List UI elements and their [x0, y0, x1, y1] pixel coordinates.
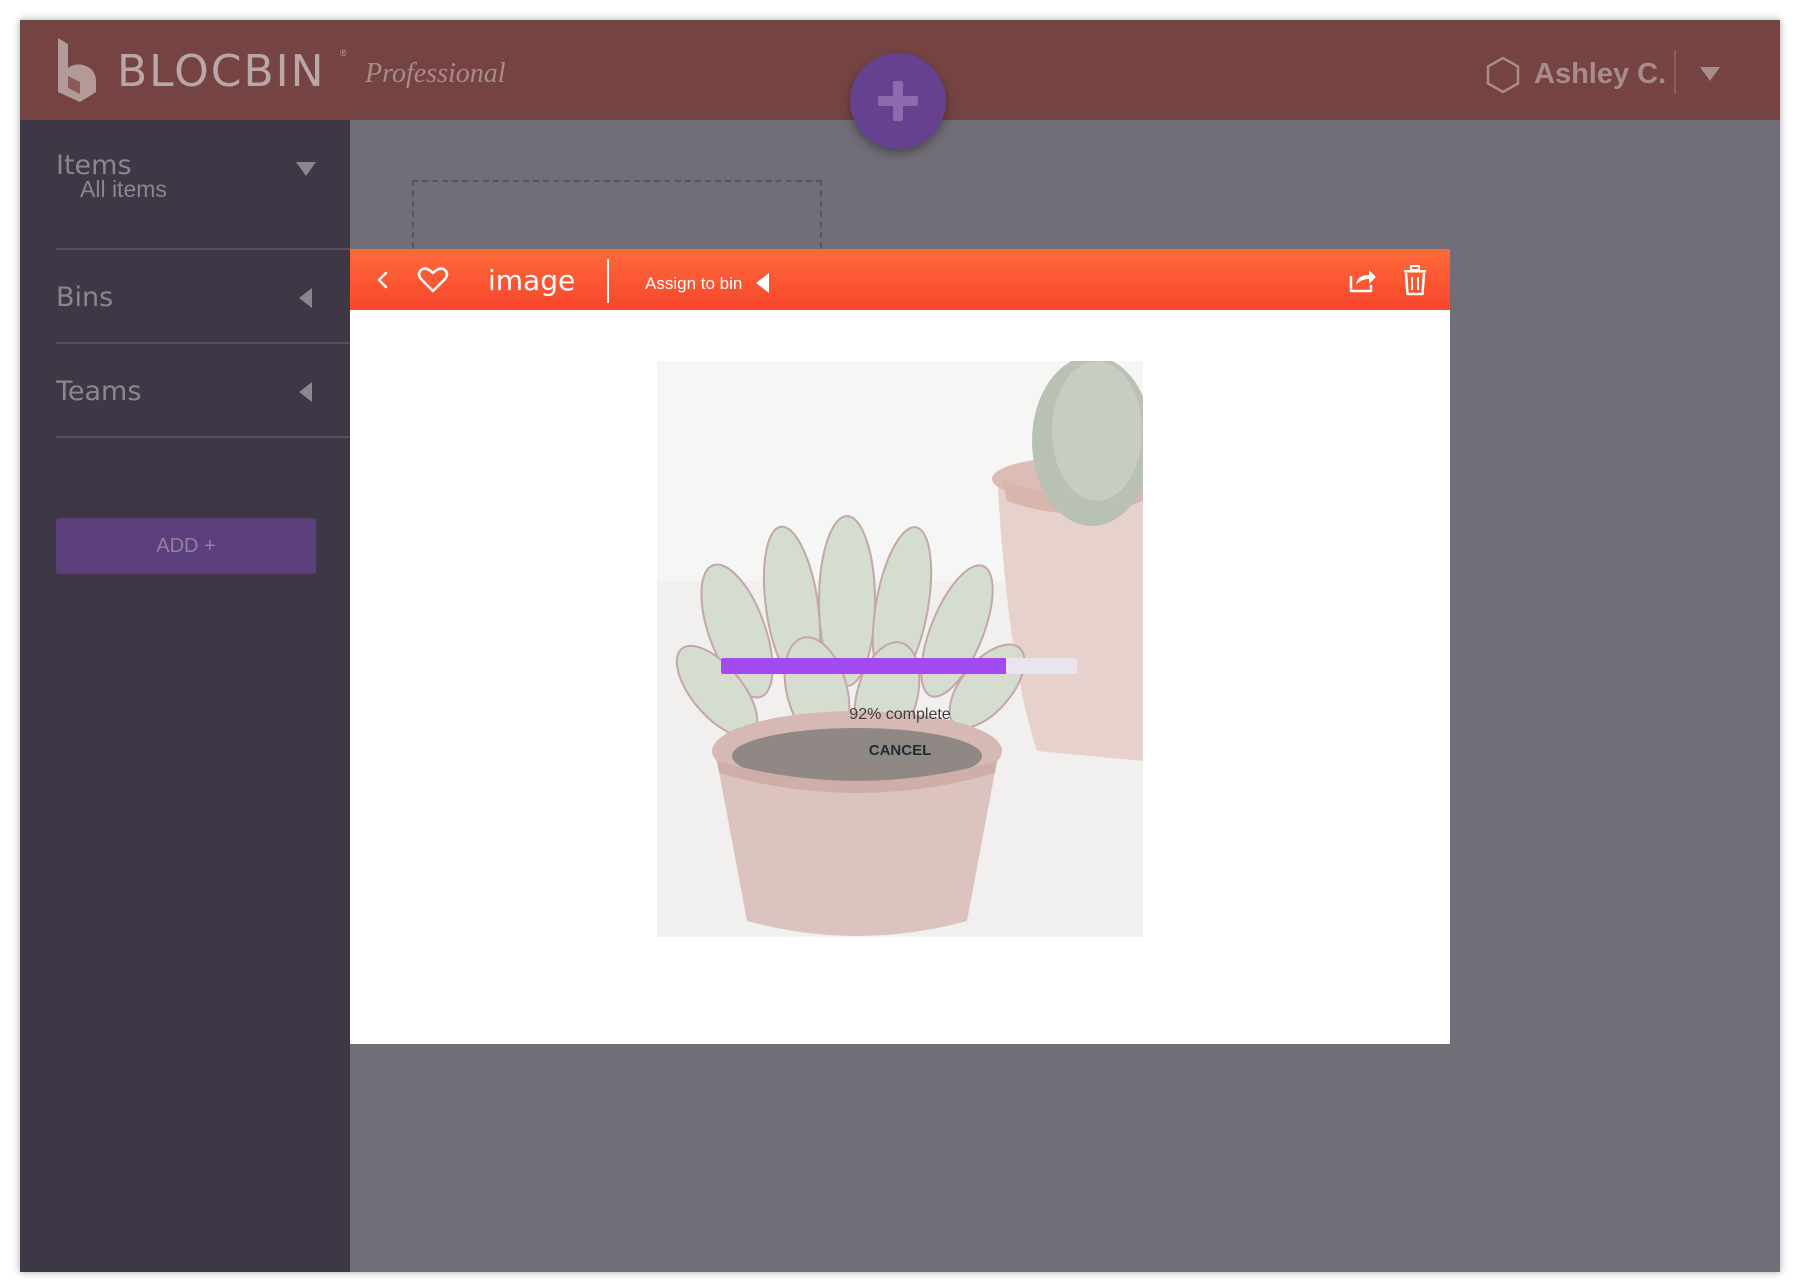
toolbar-divider [607, 259, 609, 303]
uploading-image-preview [657, 361, 1143, 937]
caret-left-icon[interactable] [756, 273, 769, 293]
assign-to-bin-button[interactable]: Assign to bin [645, 274, 742, 294]
caret-left-icon[interactable] [299, 288, 312, 308]
sidebar-item-label[interactable]: Bins [56, 282, 113, 313]
back-chevron-icon[interactable] [366, 263, 400, 297]
share-icon[interactable] [1345, 263, 1379, 297]
registered-mark: ® [340, 48, 347, 58]
modal-title: image [488, 264, 576, 297]
plant-photo [657, 361, 1143, 937]
cancel-upload-button[interactable]: CANCEL [657, 742, 1143, 759]
sidebar-section-teams[interactable]: Teams [56, 344, 350, 438]
heart-icon[interactable] [416, 263, 450, 297]
sidebar-section-items[interactable]: Items All items [56, 120, 350, 250]
add-button[interactable]: ADD + [56, 518, 316, 574]
sidebar: Items All items Bins Teams ADD + [20, 120, 350, 1272]
plus-icon [878, 81, 918, 121]
sidebar-item-all-items[interactable]: All items [80, 176, 167, 203]
progress-fill [721, 658, 1006, 674]
sidebar-section-bins[interactable]: Bins [56, 250, 350, 344]
hexagon-user-icon [1486, 56, 1520, 94]
brand-name: BLOCBIN [117, 46, 326, 97]
header-divider [1674, 50, 1676, 94]
progress-text: 92% complete [849, 706, 951, 723]
image-modal: image Assign to bin 92% complete CANCEL [350, 249, 1450, 1044]
caret-left-icon[interactable] [299, 382, 312, 402]
upload-progress-bar [721, 658, 1077, 674]
caret-down-icon[interactable] [296, 162, 316, 176]
blocbin-logo-icon [58, 38, 96, 102]
sidebar-item-label[interactable]: Teams [56, 376, 141, 407]
modal-toolbar: image Assign to bin [350, 249, 1450, 310]
app-window: BLOCBIN ® Professional Ashley C. Items A… [20, 20, 1780, 1272]
trash-icon[interactable] [1398, 263, 1432, 297]
add-item-fab-button[interactable] [850, 53, 946, 149]
edition-label: Professional [365, 58, 506, 89]
user-name[interactable]: Ashley C. [1534, 58, 1666, 91]
chevron-down-icon[interactable] [1700, 67, 1720, 81]
